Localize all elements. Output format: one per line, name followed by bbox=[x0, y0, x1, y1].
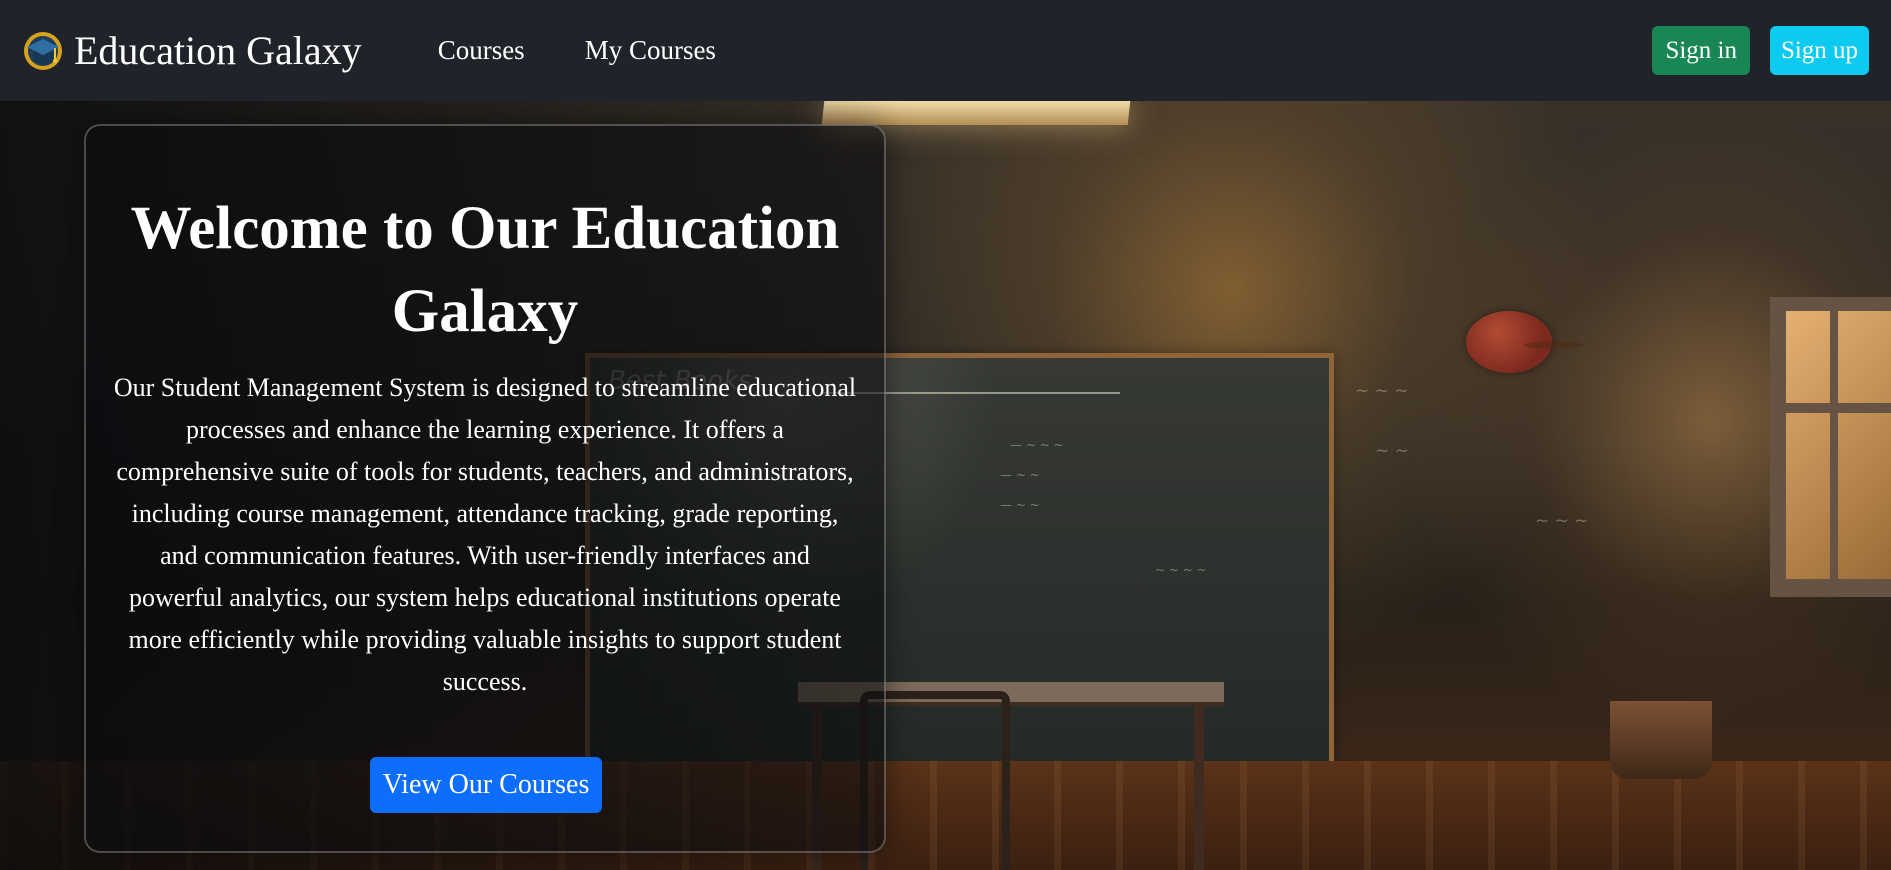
hero-title: Welcome to Our Education Galaxy bbox=[130, 195, 840, 345]
brand-name: Education Galaxy bbox=[74, 27, 362, 73]
wall-note: ~ ~ bbox=[1375, 441, 1409, 461]
wall-note: ~ ~ ~ bbox=[1355, 381, 1409, 401]
chalk-note: — ~ ~ bbox=[1000, 468, 1040, 482]
nav-link-courses[interactable]: Courses bbox=[438, 37, 525, 64]
graduation-cap-logo-icon bbox=[22, 30, 64, 72]
sign-in-button[interactable]: Sign in bbox=[1652, 26, 1750, 75]
floor-pot bbox=[1610, 701, 1712, 779]
view-courses-button[interactable]: View Our Courses bbox=[370, 757, 602, 813]
hero-card: Welcome to Our Education Galaxy Our Stud… bbox=[84, 124, 886, 853]
classroom-window bbox=[1770, 297, 1891, 597]
hanging-apple-decoration bbox=[1466, 311, 1584, 373]
main-navigation: Courses My Courses bbox=[438, 37, 716, 64]
sign-up-button[interactable]: Sign up bbox=[1770, 26, 1869, 75]
wall-chalk-notes: ~ ~ ~ ~ ~ ~ ~ ~ bbox=[1355, 371, 1685, 631]
hero-description: Our Student Management System is designe… bbox=[113, 373, 857, 696]
chalk-note: ~ ~ ~ ~ bbox=[1155, 563, 1207, 577]
chalk-note: — ~ ~ bbox=[1000, 498, 1040, 512]
nav-link-my-courses[interactable]: My Courses bbox=[585, 37, 716, 64]
page: Education Galaxy Courses My Courses Sign… bbox=[0, 0, 1891, 870]
auth-actions: Sign in Sign up bbox=[1652, 26, 1869, 75]
top-navbar: Education Galaxy Courses My Courses Sign… bbox=[0, 0, 1891, 101]
brand-link[interactable]: Education Galaxy bbox=[22, 30, 362, 72]
desk-leg bbox=[1194, 703, 1204, 870]
wall-note: ~ ~ ~ bbox=[1535, 511, 1589, 531]
chalk-note: — ~ ~ ~ bbox=[1010, 438, 1064, 452]
